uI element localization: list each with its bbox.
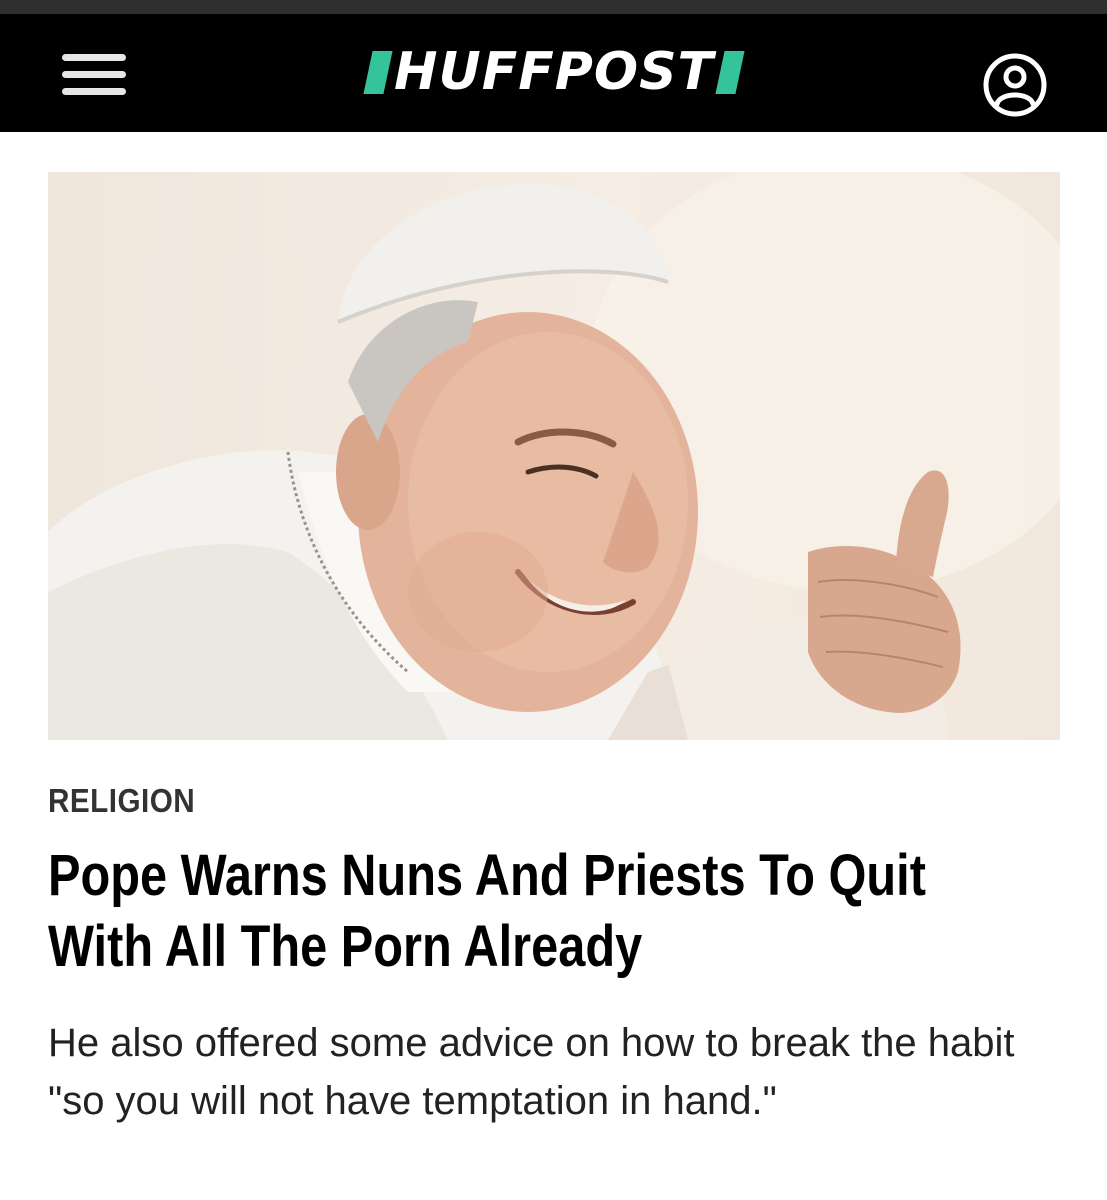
user-account-icon <box>983 53 1047 117</box>
logo-left-bar <box>363 50 393 94</box>
status-strip <box>0 0 1107 14</box>
category-label[interactable]: RELIGION <box>48 778 195 824</box>
menu-button[interactable] <box>58 50 130 100</box>
account-button[interactable] <box>982 52 1048 118</box>
article-summary: He also offered some advice on how to br… <box>48 1021 1015 1123</box>
site-header: HUFFPOST <box>0 14 1107 132</box>
hero-image[interactable] <box>48 172 1060 740</box>
hamburger-menu-icon <box>62 54 126 61</box>
logo-text: HUFFPOST <box>393 42 715 102</box>
pope-thumbs-up-photo <box>48 172 1060 740</box>
site-logo[interactable]: HUFFPOST <box>344 40 764 104</box>
article-headline[interactable]: Pope Warns Nuns And Priests To Quit With… <box>48 840 1022 982</box>
logo-right-bar <box>715 50 745 94</box>
